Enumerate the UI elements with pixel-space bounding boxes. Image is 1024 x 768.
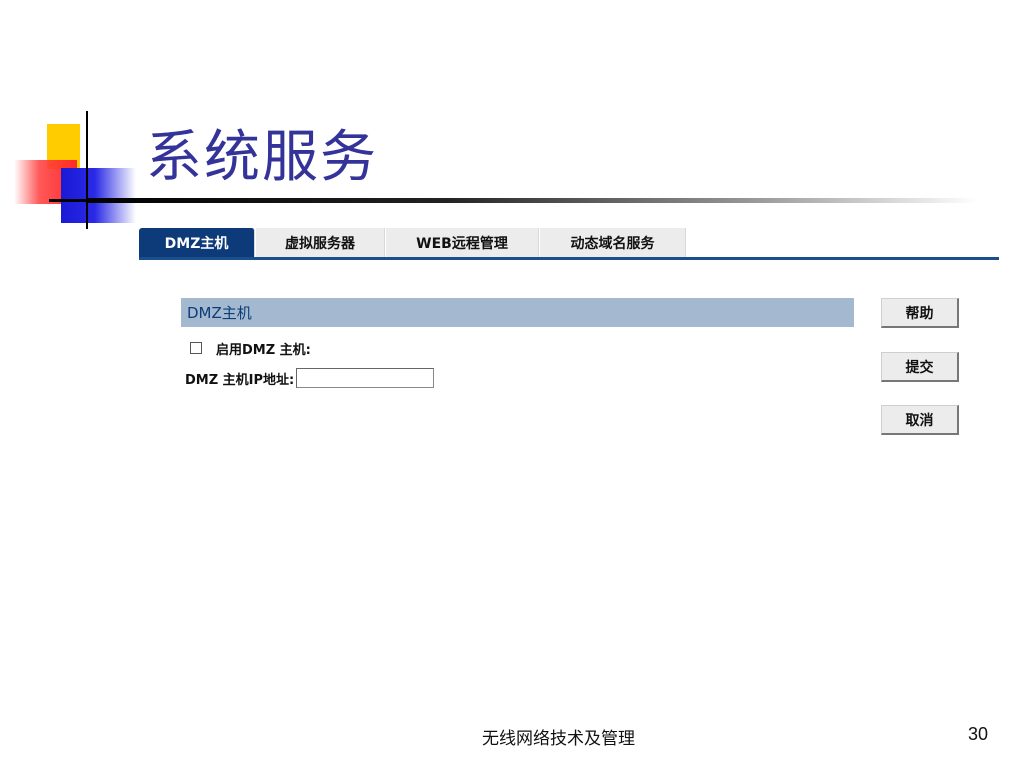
dmz-ip-input[interactable] <box>296 368 435 388</box>
dmz-ip-row: DMZ 主机IP地址: <box>185 366 435 390</box>
enable-dmz-label: 启用DMZ 主机: <box>216 342 311 358</box>
decor-blue-square <box>61 168 136 223</box>
title-underline <box>88 198 978 203</box>
help-button[interactable]: 帮助 <box>881 298 959 328</box>
panel-header: DMZ主机 <box>181 298 854 327</box>
enable-dmz-checkbox[interactable] <box>190 342 202 354</box>
tab-virtual-server[interactable]: 虚拟服务器 <box>256 228 385 258</box>
tab-dynamic-dns[interactable]: 动态域名服务 <box>540 228 686 258</box>
slide-footer: 无线网络技术及管理 <box>482 729 635 749</box>
router-tab-bar: DMZ主机 虚拟服务器 WEB远程管理 动态域名服务 <box>139 228 999 260</box>
tab-dmz-host[interactable]: DMZ主机 <box>139 228 255 258</box>
dmz-ip-label: DMZ 主机IP地址: <box>185 372 295 388</box>
enable-dmz-row: 启用DMZ 主机: <box>190 338 311 358</box>
tab-web-remote-management[interactable]: WEB远程管理 <box>386 228 539 258</box>
tab-underline <box>139 257 999 260</box>
decor-vertical-line <box>86 111 88 229</box>
page-number: 30 <box>968 724 989 744</box>
submit-button[interactable]: 提交 <box>881 352 959 382</box>
cancel-button[interactable]: 取消 <box>881 405 959 435</box>
slide-title: 系统服务 <box>146 125 378 190</box>
